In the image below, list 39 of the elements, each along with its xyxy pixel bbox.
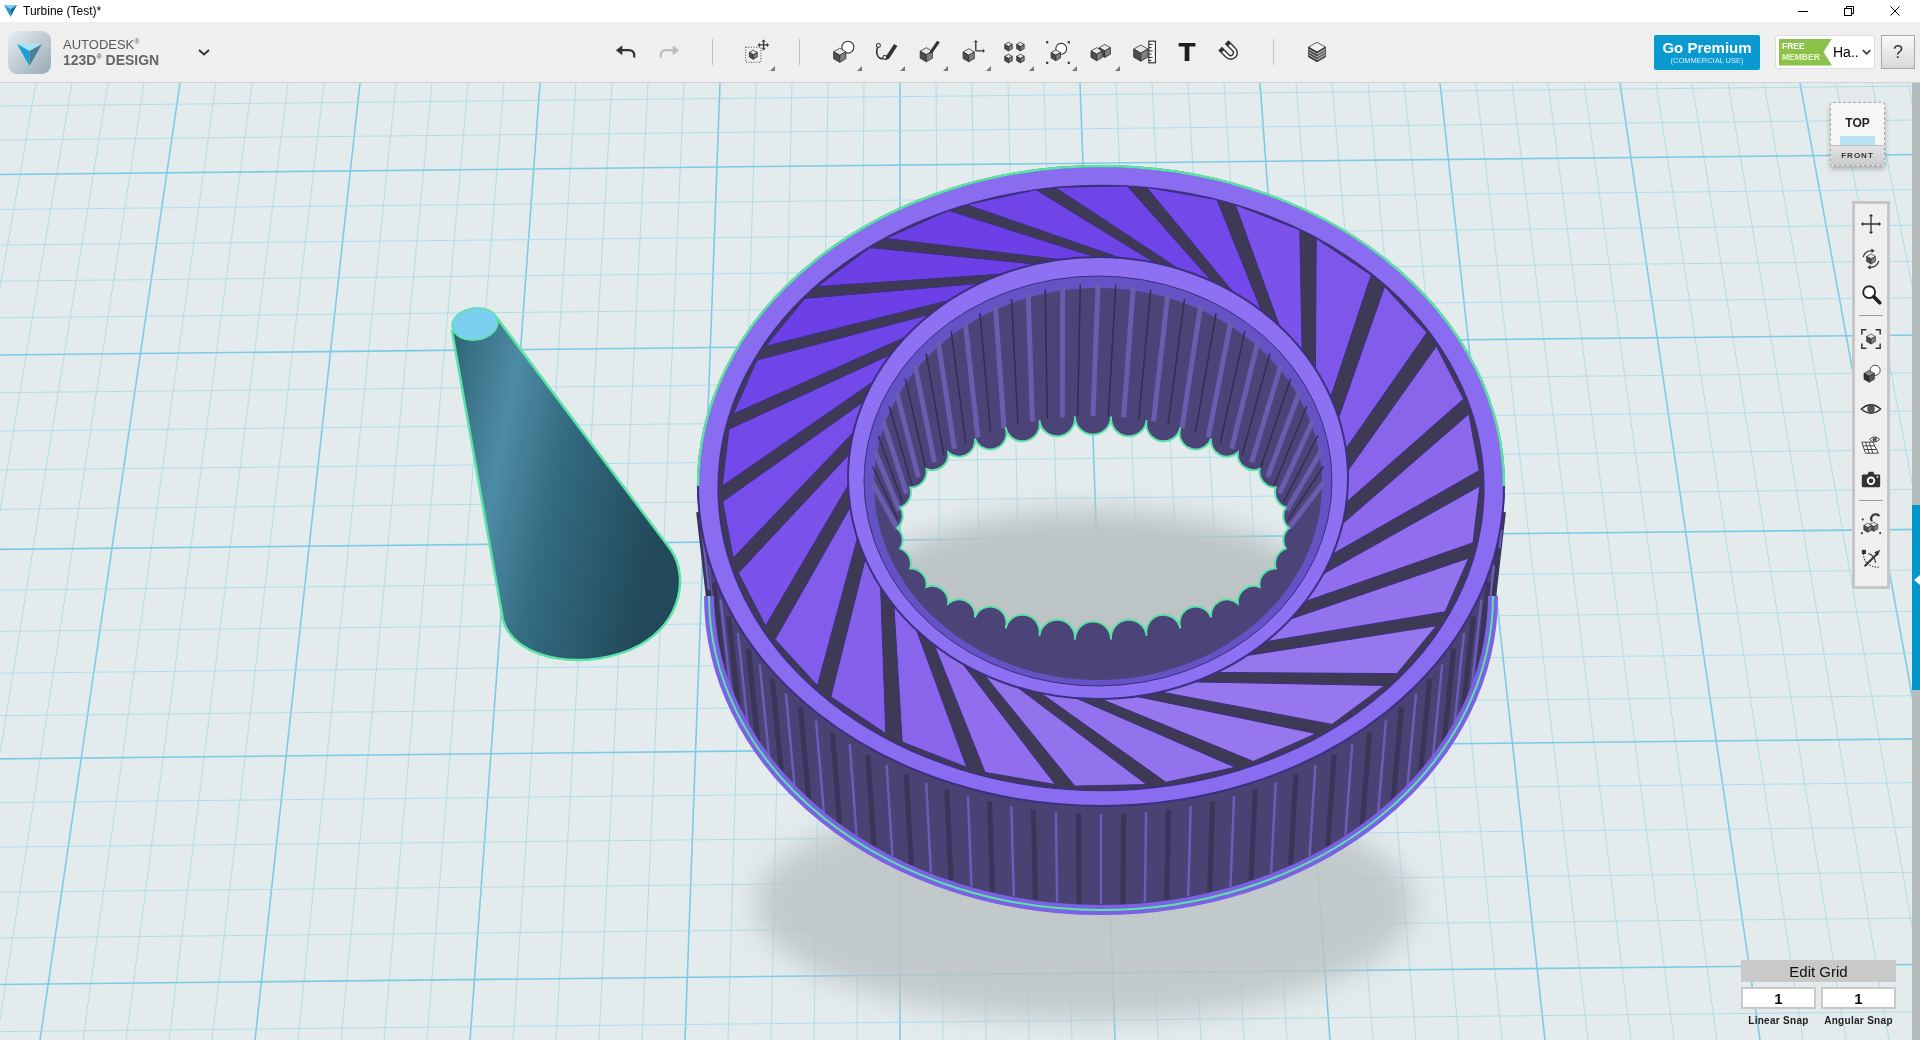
view-cube-top-face[interactable]: TOP — [1831, 103, 1884, 136]
cube-axes-icon — [959, 39, 985, 65]
member-badge: FREE MEMBER — [1779, 38, 1832, 66]
left-triangle-icon — [1913, 575, 1920, 585]
chevron-down-icon — [1861, 49, 1871, 55]
snap-value-field[interactable]: 1 — [1741, 987, 1816, 1009]
cube-in-frame-icon — [1860, 327, 1882, 350]
view-cube[interactable]: TOP FRONT — [1830, 102, 1885, 166]
user-name: Ha.. — [1833, 44, 1859, 60]
app-logo-icon[interactable] — [8, 30, 51, 74]
window-title: Turbine (Test)* — [23, 4, 102, 18]
cube-ruler-icon — [1131, 39, 1157, 65]
snap-value-field[interactable]: 1 — [1821, 987, 1896, 1009]
brand-name: AUTODESK$^{®}$ — [63, 36, 141, 52]
four-cubes-icon — [1002, 39, 1028, 65]
framed-cube-sphere-icon — [1045, 39, 1071, 65]
cube-sphere-icon — [1860, 362, 1882, 385]
edit-grid-button[interactable]: Edit Grid — [1741, 960, 1896, 982]
minimize-icon — [1798, 10, 1808, 12]
panel-toggle-button[interactable] — [1912, 505, 1920, 690]
magnifier-icon — [1860, 282, 1882, 305]
framed-cube-arrows-icon — [743, 39, 769, 65]
cube-sphere-icon — [830, 39, 856, 65]
viewport[interactable]: TOP FRONT Edit Grid 1 Linear Snap 1 Angular Snap — [0, 83, 1920, 1040]
account-menu[interactable]: FREE MEMBER Ha.. — [1775, 35, 1875, 69]
close-icon — [1890, 6, 1900, 16]
field-label: Angular Snap — [1823, 1015, 1894, 1026]
move-arrows-icon — [1860, 212, 1882, 235]
view-cube-front-face[interactable]: FRONT — [1831, 145, 1884, 165]
orbit-cube-icon — [1860, 247, 1882, 270]
help-button[interactable]: ? — [1881, 35, 1915, 69]
cubes-magnet-icon — [1860, 512, 1882, 535]
toolbar-button[interactable]: T — [1167, 32, 1207, 72]
chevron-down-icon — [198, 48, 211, 56]
app-logo-icon — [4, 5, 17, 17]
product-name: 123D$^{®}$ DESIGN — [63, 51, 160, 68]
restore-icon — [1844, 6, 1854, 16]
field-label: Linear Snap — [1747, 1015, 1810, 1026]
dotted-curve-arrow-icon — [1860, 547, 1882, 570]
